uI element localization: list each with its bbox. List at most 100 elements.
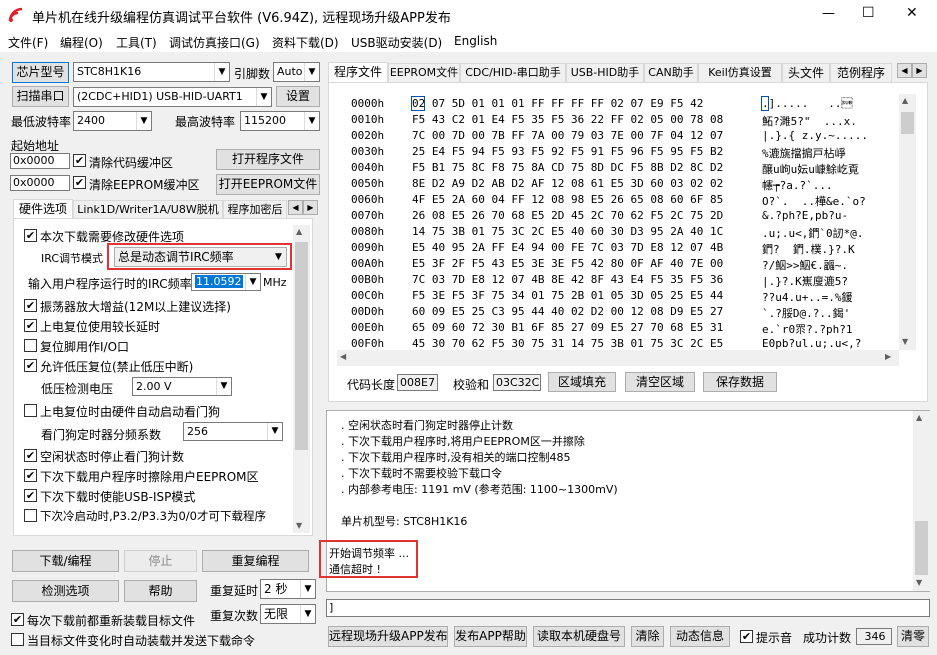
erase-eeprom-checkbox[interactable]: ✔	[24, 469, 37, 482]
hex-ascii: .]..... ..	[762, 97, 853, 110]
tab-scroll-left-button[interactable]: ◀	[288, 200, 303, 215]
command-input[interactable]: ]	[326, 599, 930, 617]
scan-port-button[interactable]: 扫描串口	[12, 86, 69, 107]
hex-ascii: ?/鮂>>鮂€.疈~.	[762, 259, 848, 272]
irc-freq-select[interactable]: 11.0592 ▼	[191, 273, 261, 291]
read-disk-id-button[interactable]: 读取本机硬盘号	[533, 626, 625, 647]
menu-program[interactable]: 编程(O)	[60, 34, 103, 51]
usb-isp-checkbox[interactable]: ✔	[24, 489, 37, 502]
maximize-button[interactable]: ☐	[862, 5, 875, 21]
hex-ascii: %漉旐擋掮戸枮崢	[762, 147, 846, 160]
menu-usb-driver[interactable]: USB驱动安装(D)	[351, 34, 442, 51]
open-eeprom-file-button[interactable]: 打开EEPROM文件	[216, 174, 320, 195]
port-select[interactable]: (2CDC+HID1) USB-HID-UART1 ▼	[73, 87, 272, 107]
clear-log-button[interactable]: 清除	[631, 626, 664, 647]
hex-hscrollbar[interactable]: ◀ ▶	[337, 350, 899, 366]
repeat-delay-value: 2 秒	[264, 582, 288, 596]
port-settings-button[interactable]: 设置	[276, 86, 320, 107]
clear-code-checkbox[interactable]: ✔	[73, 154, 86, 167]
clear-region-button[interactable]: 清空区域	[625, 372, 695, 392]
reset-count-button[interactable]: 清零	[897, 626, 929, 647]
highlight-timeout-message	[319, 540, 418, 578]
auto-send-label: 当目标文件变化时自动装载并发送下载命令	[27, 634, 256, 648]
options-scroll-thumb[interactable]	[295, 242, 308, 450]
osc-gain-checkbox[interactable]: ✔	[24, 299, 37, 312]
hex-bytes: 7C 00 7D 00 7B FF 7A 00 79 03 7E 00 7F 0…	[412, 129, 724, 142]
tab-eeprom-file[interactable]: EEPROM文件	[388, 63, 460, 83]
reset-io-checkbox[interactable]	[24, 339, 37, 352]
hex-address: 0010h	[351, 113, 385, 126]
open-program-file-button[interactable]: 打开程序文件	[216, 149, 320, 170]
stop-button[interactable]: 停止	[124, 550, 197, 572]
chip-model-select[interactable]: STC8H1K16 ▼	[73, 62, 230, 82]
save-data-button[interactable]: 保存数据	[703, 372, 777, 392]
usb-isp-label: 下次下载时使能USB-ISP模式	[40, 490, 196, 504]
tab-hardware-options[interactable]: 硬件选项	[13, 199, 73, 219]
close-button[interactable]: ✕	[906, 5, 918, 21]
lvd-voltage-select[interactable]: 2.00 V ▼	[132, 377, 232, 396]
options-scrollbar[interactable]: ▲ ▼	[293, 225, 310, 533]
tab-offline-writer[interactable]: Link1D/Writer1A/U8W脱机	[73, 200, 223, 219]
repeat-count-select[interactable]: 无限 ▼	[260, 604, 316, 624]
tab-usb-hid[interactable]: USB-HID助手	[566, 63, 644, 83]
tab-program-file[interactable]: 程序文件	[328, 62, 388, 83]
menu-debug[interactable]: 调试仿真接口(G)	[169, 34, 260, 51]
menu-tools[interactable]: 工具(T)	[116, 34, 157, 51]
p32-checkbox[interactable]	[24, 509, 37, 522]
tab-encryption[interactable]: 程序加密后	[223, 200, 287, 219]
chip-model-button[interactable]: 芯片型号	[12, 62, 69, 83]
tab-cdc-hid-serial[interactable]: CDC/HID-串口助手	[460, 63, 566, 83]
hex-view[interactable]: 0000h 02 07 5D 01 01 01 FF FF FF FF 02 07…	[337, 94, 898, 350]
hex-scrollbar[interactable]: ▲ ▼	[899, 94, 916, 350]
tab-keil-settings[interactable]: Keil仿真设置	[698, 63, 782, 83]
hex-address: 0040h	[351, 161, 385, 174]
lvd-reset-checkbox[interactable]: ✔	[24, 359, 37, 372]
max-baud-select[interactable]: 115200 ▼	[240, 111, 320, 131]
tab-header-file[interactable]: 头文件	[782, 63, 830, 83]
repeat-delay-select[interactable]: 2 秒 ▼	[260, 579, 316, 599]
pin-count-value: Auto	[277, 65, 303, 78]
chevron-down-icon: ▼	[267, 423, 282, 440]
right-tab-scroll-left-button[interactable]: ◀	[897, 63, 912, 78]
sound-checkbox[interactable]: ✔	[740, 630, 753, 643]
log-scroll-thumb[interactable]	[915, 521, 928, 575]
menu-english[interactable]: English	[454, 34, 497, 48]
code-address-input[interactable]: 0x0000	[10, 153, 70, 169]
wdt-div-select[interactable]: 256 ▼	[183, 422, 283, 441]
repeat-program-button[interactable]: 重复编程	[202, 550, 309, 572]
log-line: . 下次下载用户程序时,将用户EEPROM区一并擦除	[341, 435, 585, 448]
hex-address: 00B0h	[351, 273, 385, 286]
hex-scroll-thumb[interactable]	[901, 112, 914, 134]
remote-upgrade-button[interactable]: 远程现场升级APP发布	[328, 626, 448, 647]
check-options-button[interactable]: 检测选项	[12, 580, 119, 602]
long-delay-checkbox[interactable]: ✔	[24, 319, 37, 332]
pin-count-select[interactable]: Auto ▼	[273, 62, 320, 82]
eeprom-address-input[interactable]: 0x0000	[10, 175, 70, 191]
need-modify-checkbox[interactable]: ✔	[24, 229, 37, 242]
fill-region-button[interactable]: 区域填充	[548, 372, 616, 392]
minimize-button[interactable]: —	[822, 6, 835, 21]
menu-file[interactable]: 文件(F)	[8, 34, 48, 51]
publish-app-help-button[interactable]: 发布APP帮助	[454, 626, 527, 647]
hex-ascii: |.}?.K嶣廋漉5?	[762, 275, 848, 288]
tab-can[interactable]: CAN助手	[644, 63, 698, 83]
min-baud-select[interactable]: 2400 ▼	[73, 111, 152, 131]
menu-download[interactable]: 资料下载(D)	[272, 34, 339, 51]
help-button[interactable]: 帮助	[124, 580, 197, 602]
pin-count-label: 引脚数	[234, 67, 271, 81]
hex-bytes: 8E D2 A9 D2 AB D2 AF 12 08 61 E5 3D 60 0…	[412, 177, 724, 190]
wdt-auto-checkbox[interactable]	[24, 404, 37, 417]
chevron-down-icon: ▼	[245, 274, 260, 290]
tab-examples[interactable]: 范例程序	[830, 63, 892, 83]
right-tab-scroll-right-button[interactable]: ▶	[912, 63, 927, 78]
auto-send-checkbox[interactable]	[11, 633, 24, 646]
reload-target-checkbox[interactable]: ✔	[11, 613, 24, 626]
clear-eeprom-checkbox[interactable]: ✔	[73, 176, 86, 189]
sound-label: 提示音	[756, 631, 793, 645]
tab-scroll-right-button[interactable]: ▶	[303, 200, 318, 215]
idle-wdt-checkbox[interactable]: ✔	[24, 449, 37, 462]
download-program-button[interactable]: 下载/编程	[12, 550, 119, 572]
dynamic-info-button[interactable]: 动态信息	[670, 626, 730, 647]
log-scrollbar[interactable]: ▲ ▼	[913, 411, 930, 591]
hex-bytes: 02 07 5D 01 01 01 FF FF FF FF 02 07 E9 F…	[412, 97, 704, 110]
